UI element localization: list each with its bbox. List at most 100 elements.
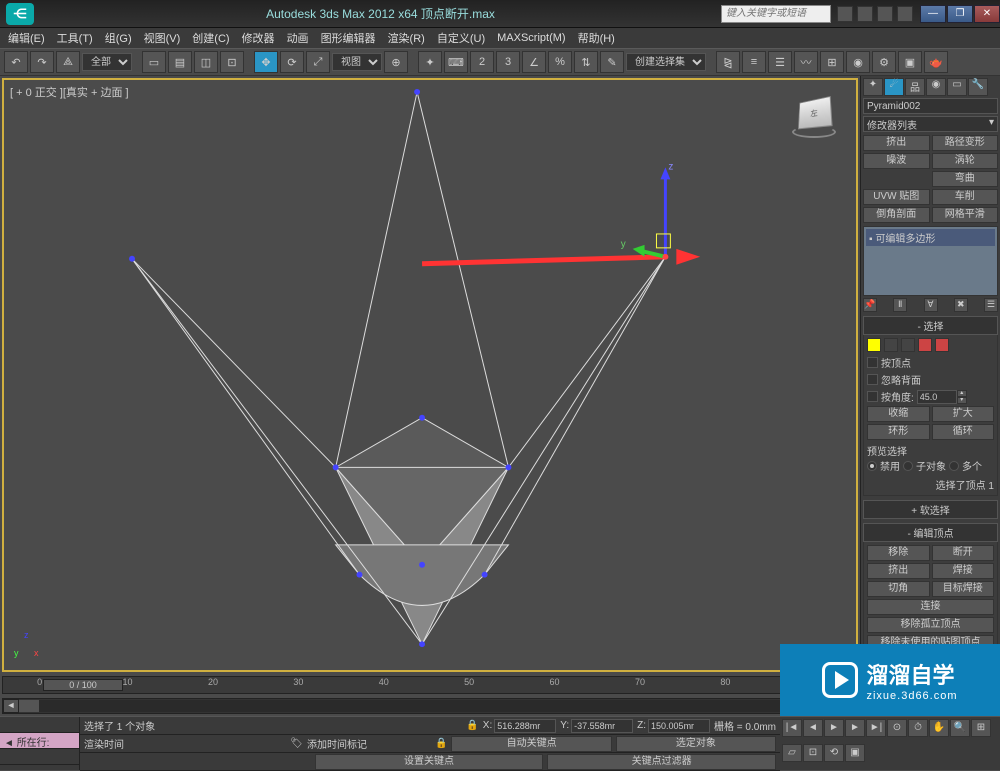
timeline[interactable]: 0 / 100 010 2030 4050 6070 8090 <box>2 676 858 694</box>
time-slider[interactable]: 0 / 100 <box>43 679 123 691</box>
subobj-edge-icon[interactable] <box>884 338 898 352</box>
snap-2d-icon[interactable]: 2 <box>470 51 494 73</box>
curve-editor-icon[interactable]: 〰 <box>794 51 818 73</box>
named-set-select[interactable]: 创建选择集 <box>626 53 706 71</box>
search-icon[interactable] <box>837 6 853 22</box>
move-icon[interactable]: ✥ <box>254 51 278 73</box>
selection-rollout-head[interactable]: - 选择 <box>863 316 998 335</box>
menu-group[interactable]: 组(G) <box>105 30 132 46</box>
render-setup-icon[interactable]: ⚙ <box>872 51 896 73</box>
shrink-button[interactable]: 收缩 <box>867 406 930 422</box>
stack-item-editpoly[interactable]: ▪ 可编辑多边形 <box>866 229 995 246</box>
display-tab-icon[interactable]: ▭ <box>947 78 967 96</box>
modifier-list-select[interactable]: 修改器列表▾ <box>863 116 998 132</box>
weld-button[interactable]: 焊接 <box>932 563 995 579</box>
select-icon[interactable]: ▭ <box>142 51 166 73</box>
connect-button[interactable]: 连接 <box>867 599 994 615</box>
subobj-vertex-icon[interactable] <box>867 338 881 352</box>
menu-modifier[interactable]: 修改器 <box>242 30 275 46</box>
menu-render[interactable]: 渲染(R) <box>388 30 425 46</box>
y-input[interactable] <box>571 719 633 733</box>
zoom-icon[interactable]: 🔍 <box>950 719 970 737</box>
mod-lathe-button[interactable]: 车削 <box>932 189 999 205</box>
menu-create[interactable]: 创建(C) <box>192 30 229 46</box>
region-icon[interactable]: ◫ <box>194 51 218 73</box>
select-name-icon[interactable]: ▤ <box>168 51 192 73</box>
soft-rollout-head[interactable]: + 软选择 <box>863 500 998 519</box>
create-tab-icon[interactable]: ✦ <box>863 78 883 96</box>
fov-icon[interactable]: ▱ <box>782 744 802 762</box>
lock-icon[interactable]: 🔒 <box>466 720 478 731</box>
remove-iso-button[interactable]: 移除孤立顶点 <box>867 617 994 633</box>
edit-named-icon[interactable]: ✎ <box>600 51 624 73</box>
orbit-icon[interactable]: ⟲ <box>824 744 844 762</box>
rotate-icon[interactable]: ⟳ <box>280 51 304 73</box>
remove-button[interactable]: 移除 <box>867 545 930 561</box>
menu-edit[interactable]: 编辑(E) <box>8 30 45 46</box>
preview-multi-radio[interactable] <box>949 461 959 471</box>
play-icon[interactable]: ► <box>824 719 844 737</box>
edit-vertex-rollout-head[interactable]: - 编辑顶点 <box>863 523 998 542</box>
motion-tab-icon[interactable]: ◉ <box>926 78 946 96</box>
keyboard-icon[interactable]: ⌨ <box>444 51 468 73</box>
maximize-button[interactable]: ❐ <box>947 5 973 23</box>
marker-icon[interactable]: 🏷 <box>290 738 303 749</box>
by-angle-checkbox[interactable] <box>867 391 878 402</box>
menu-graph[interactable]: 图形编辑器 <box>321 30 376 46</box>
show-result-icon[interactable]: Ⅱ <box>893 298 907 312</box>
undo-icon[interactable]: ↶ <box>4 51 28 73</box>
menu-tools[interactable]: 工具(T) <box>57 30 93 46</box>
mod-extrude-button[interactable]: 挤出 <box>863 135 930 151</box>
next-frame-icon[interactable]: ► <box>845 719 865 737</box>
menu-script[interactable]: MAXScript(M) <box>497 32 565 44</box>
extrude-button[interactable]: 挤出 <box>867 563 930 579</box>
preview-off-radio[interactable] <box>867 461 877 471</box>
mod-pathdeform-button[interactable]: 路径变形 <box>932 135 999 151</box>
layer-icon[interactable]: ☰ <box>768 51 792 73</box>
spinner-snap-icon[interactable]: ⇅ <box>574 51 598 73</box>
ignore-back-checkbox[interactable] <box>867 374 878 385</box>
redo-icon[interactable]: ↷ <box>30 51 54 73</box>
help-search-input[interactable] <box>721 5 831 23</box>
break-button[interactable]: 断开 <box>932 545 995 561</box>
max-toggle-icon[interactable]: ▣ <box>845 744 865 762</box>
manip-icon[interactable]: ✦ <box>418 51 442 73</box>
preview-subobj-radio[interactable] <box>903 461 913 471</box>
mod-meshsmooth-button[interactable]: 网格平滑 <box>932 207 999 223</box>
snap-angle-icon[interactable]: ∠ <box>522 51 546 73</box>
material-icon[interactable]: ◉ <box>846 51 870 73</box>
chamfer-button[interactable]: 切角 <box>867 581 930 597</box>
minimize-button[interactable]: — <box>920 5 946 23</box>
goto-start-icon[interactable]: |◄ <box>782 719 802 737</box>
angle-spinner[interactable] <box>917 390 957 404</box>
window-cross-icon[interactable]: ⊡ <box>220 51 244 73</box>
subobj-element-icon[interactable] <box>935 338 949 352</box>
zoom-ext-icon[interactable]: ⊡ <box>803 744 823 762</box>
scope-select[interactable]: 全部 <box>82 53 132 71</box>
star-icon[interactable] <box>877 6 893 22</box>
target-weld-button[interactable]: 目标焊接 <box>932 581 995 597</box>
menu-help[interactable]: 帮助(H) <box>578 30 615 46</box>
pivot-icon[interactable]: ⊕ <box>384 51 408 73</box>
snap-3d-icon[interactable]: 3 <box>496 51 520 73</box>
menu-view[interactable]: 视图(V) <box>144 30 181 46</box>
track-thumb[interactable] <box>19 700 39 712</box>
x-input[interactable] <box>494 719 556 733</box>
track-left-icon[interactable]: ◄ <box>3 699 19 713</box>
help-icon[interactable] <box>897 6 913 22</box>
modifier-stack[interactable]: ▪ 可编辑多边形 <box>863 226 998 296</box>
viewport[interactable]: [ + 0 正交 ][真实 + 边面 ] 左 <box>2 78 858 672</box>
mod-uvw-button[interactable]: UVW 贴图 <box>863 189 930 205</box>
prev-frame-icon[interactable]: ◄ <box>803 719 823 737</box>
scale-icon[interactable]: ⤢ <box>306 51 330 73</box>
link-icon[interactable]: ⟁ <box>56 51 80 73</box>
zoom-all-icon[interactable]: ⊞ <box>971 719 991 737</box>
mod-bevel-button[interactable]: 倒角剖面 <box>863 207 930 223</box>
menu-anim[interactable]: 动画 <box>287 30 309 46</box>
coord-select[interactable]: 视图 <box>332 53 382 71</box>
time-config-icon[interactable]: ⏱ <box>908 719 928 737</box>
loop-button[interactable]: 循环 <box>932 424 995 440</box>
render-icon[interactable]: 🫖 <box>924 51 948 73</box>
mirror-icon[interactable]: ⧎ <box>716 51 740 73</box>
sel-lock-button[interactable]: 选定对象 <box>616 736 776 752</box>
